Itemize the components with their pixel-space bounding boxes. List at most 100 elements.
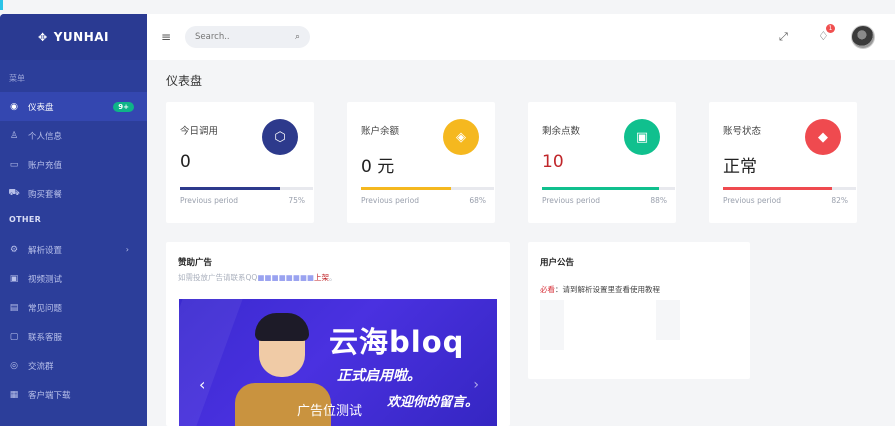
notice-panel: 用户公告 必看：请到解析设置里查看使用教程 xyxy=(528,242,750,379)
period-label: Previous period xyxy=(361,196,419,205)
notification-count: 1 xyxy=(826,24,835,33)
sidebar-item-label: 联系客服 xyxy=(28,332,63,343)
notice-text: 必看：请到解析设置里查看使用教程 xyxy=(540,284,660,295)
banner-figure-hair xyxy=(255,313,309,341)
notice-must-read: 必看 xyxy=(540,285,555,294)
download-icon: ▦ xyxy=(9,389,19,400)
sidebar-item-faq[interactable]: ▤ 常见问题 xyxy=(0,293,147,322)
card-icon: ▭ xyxy=(9,159,19,170)
avatar[interactable] xyxy=(851,25,875,49)
search-box: ⌕ xyxy=(185,26,310,48)
sidebar-item-group[interactable]: ◎ 交流群 xyxy=(0,351,147,380)
banner-decoration xyxy=(179,299,243,426)
document-icon: ▤ xyxy=(9,302,19,313)
stat-card-points: 剩余点数 10 ▣ Previous period 88% xyxy=(528,102,676,223)
ad-contact-link[interactable]: 上架 xyxy=(314,273,329,282)
stat-label: 今日调用 xyxy=(180,126,219,137)
bell-icon[interactable]: ♢ 1 xyxy=(818,24,835,43)
ad-contact-qq: ■■■■■■■■ xyxy=(257,273,315,282)
stat-card-account-status: 账号状态 正常 ◆ Previous period 82% xyxy=(709,102,857,223)
progress-fill xyxy=(542,187,660,190)
period-percent: 82% xyxy=(831,196,848,205)
sidebar-item-support[interactable]: ▢ 联系客服 xyxy=(0,322,147,351)
brand-name: YUNHAI xyxy=(53,30,109,44)
accent-bar xyxy=(0,0,3,10)
progress-fill xyxy=(361,187,452,190)
banner-caption: 广告位测试 xyxy=(297,404,363,419)
logo-icon: ✥ xyxy=(38,30,48,44)
topbar: ≡ ⌕ ⤢ ♢ 1 xyxy=(147,14,895,60)
sidebar-item-label: 解析设置 xyxy=(28,245,63,256)
progress-track xyxy=(180,187,313,190)
period-percent: 75% xyxy=(288,196,305,205)
tag-icon: ◈ xyxy=(443,119,479,155)
carousel-next-icon[interactable]: › xyxy=(473,377,479,393)
sidebar-item-label: 账户充值 xyxy=(28,160,63,171)
sidebar-item-label: 仪表盘 xyxy=(28,102,54,113)
sidebar-item-profile[interactable]: ♙ 个人信息 xyxy=(0,121,147,150)
page-title: 仪表盘 xyxy=(166,74,203,88)
ad-panel: 赞助广告 如需投放广告请联系QQ■■■■■■■■上架。 云海bloq 正式启用啦… xyxy=(166,242,510,426)
ad-banner-carousel[interactable]: 云海bloq 正式启用啦。 欢迎你的留言。 广告位测试 ‹ › xyxy=(179,299,497,426)
brand-logo[interactable]: ✥ YUNHAI xyxy=(0,14,147,60)
notice-panel-title: 用户公告 xyxy=(540,258,575,268)
progress-track xyxy=(723,187,856,190)
video-icon: ▣ xyxy=(9,273,19,284)
menu-icon[interactable]: ≡ xyxy=(161,30,171,44)
carousel-prev-icon[interactable]: ‹ xyxy=(199,375,205,394)
period-label: Previous period xyxy=(180,196,238,205)
progress-track xyxy=(542,187,675,190)
progress-fill xyxy=(180,187,280,190)
dashboard-icon: ◉ xyxy=(10,101,18,112)
group-icon: ◎ xyxy=(10,360,18,371)
sidebar-item-label: 常见问题 xyxy=(28,303,63,314)
period-label: Previous period xyxy=(723,196,781,205)
progress-track xyxy=(361,187,494,190)
search-icon[interactable]: ⌕ xyxy=(295,32,300,42)
briefcase-icon: ▣ xyxy=(624,119,660,155)
banner-line-2: 欢迎你的留言。 xyxy=(387,395,479,410)
stat-label: 剩余点数 xyxy=(542,126,581,137)
chevron-right-icon: › xyxy=(125,245,129,254)
sidebar: ✥ YUNHAI 菜单 ◉ 仪表盘 9+ ♙ 个人信息 ▭ 账户充值 ⛟ 购买套… xyxy=(0,14,147,426)
ad-panel-title: 赞助广告 xyxy=(178,258,213,268)
stat-label: 账号状态 xyxy=(723,126,762,137)
ad-contact-prefix: 如需投放广告请联系QQ xyxy=(178,273,258,282)
stat-value: 10 xyxy=(542,152,564,172)
banner-title: 云海bloq xyxy=(329,325,465,359)
notice-placeholder xyxy=(656,300,680,340)
banner-line-1: 正式启用啦。 xyxy=(337,368,421,384)
sidebar-item-parse-settings[interactable]: ⚙ 解析设置 › xyxy=(0,235,147,264)
section-label-other: OTHER xyxy=(9,215,42,224)
gear-icon: ⚙ xyxy=(9,244,19,255)
sidebar-item-buy-plan[interactable]: ⛟ 购买套餐 xyxy=(0,179,147,208)
period-label: Previous period xyxy=(542,196,600,205)
period-percent: 88% xyxy=(650,196,667,205)
progress-fill xyxy=(723,187,833,190)
stat-value: 正常 xyxy=(723,157,757,177)
notice-placeholder xyxy=(540,300,564,350)
stat-card-today-calls: 今日调用 0 ⬡ Previous period 75% xyxy=(166,102,314,223)
stat-value: 0 元 xyxy=(361,157,395,177)
stat-label: 账户余额 xyxy=(361,126,400,137)
sidebar-item-label: 购买套餐 xyxy=(28,189,63,200)
period-percent: 68% xyxy=(469,196,486,205)
search-input[interactable] xyxy=(195,32,285,42)
section-label-menu: 菜单 xyxy=(9,74,25,83)
sidebar-item-dashboard[interactable]: ◉ 仪表盘 9+ xyxy=(0,92,147,121)
notification-badge: 9+ xyxy=(113,101,134,112)
stat-value: 0 xyxy=(180,152,191,172)
cube-icon: ⬡ xyxy=(262,119,298,155)
sidebar-item-label: 交流群 xyxy=(28,361,54,372)
sidebar-item-video-test[interactable]: ▣ 视频测试 xyxy=(0,264,147,293)
user-icon: ♙ xyxy=(9,130,19,141)
fullscreen-icon[interactable]: ⤢ xyxy=(779,30,788,44)
cart-icon: ⛟ xyxy=(8,188,20,198)
layers-icon: ◆ xyxy=(805,119,841,155)
notice-message: ：请到解析设置里查看使用教程 xyxy=(555,285,660,294)
stat-card-balance: 账户余额 0 元 ◈ Previous period 68% xyxy=(347,102,495,223)
sidebar-item-download[interactable]: ▦ 客户端下载 xyxy=(0,380,147,409)
ad-contact-text: 如需投放广告请联系QQ■■■■■■■■上架。 xyxy=(178,272,337,283)
sidebar-item-recharge[interactable]: ▭ 账户充值 xyxy=(0,150,147,179)
sidebar-item-label: 视频测试 xyxy=(28,274,63,285)
